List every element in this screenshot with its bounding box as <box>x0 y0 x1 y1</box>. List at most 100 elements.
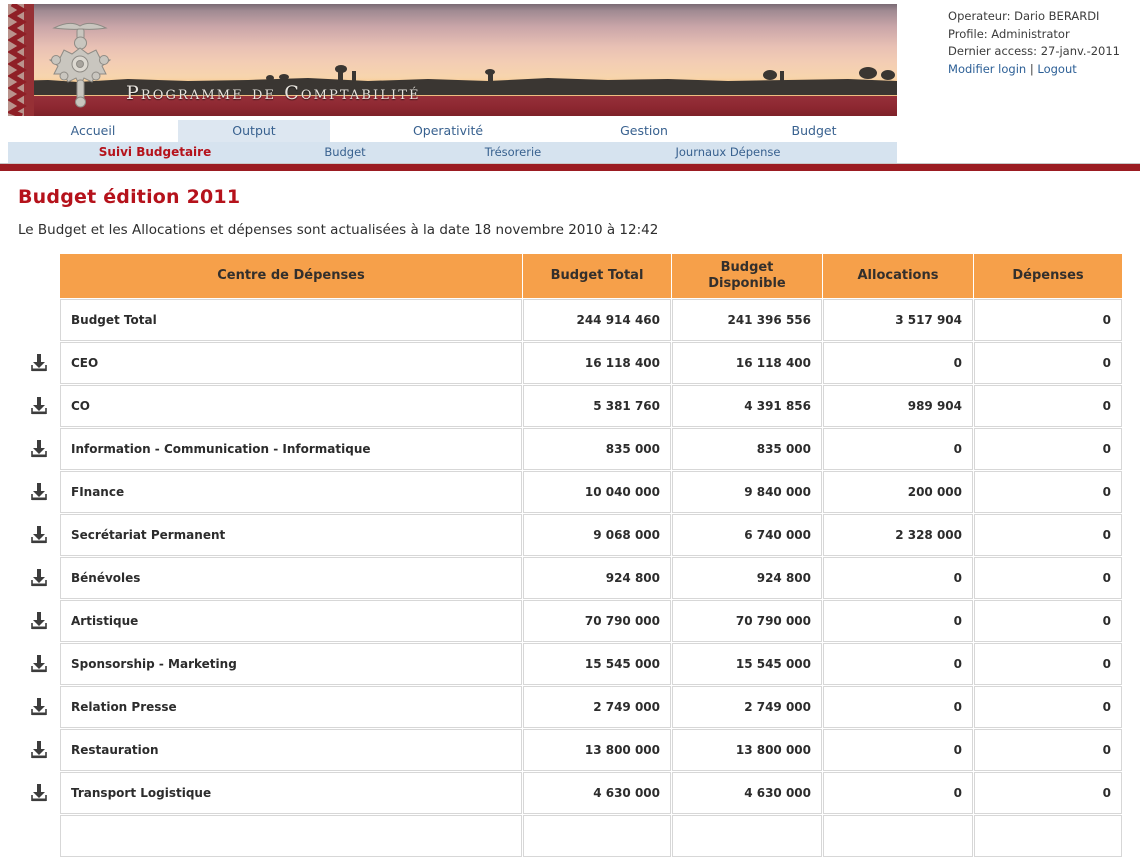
table-row: CO 5 381 760 4 391 856 989 904 0 <box>19 385 1122 427</box>
table-row: Secrétariat Permanent 9 068 000 6 740 000 2… <box>19 514 1122 556</box>
row-budget-disponible: 4 630 000 <box>672 772 822 814</box>
row-depenses: 0 <box>974 686 1122 728</box>
row-allocations: 200 000 <box>823 471 973 513</box>
row-download-cell[interactable] <box>19 471 59 513</box>
row-budget-total: 835 000 <box>523 428 671 470</box>
row-budget-disponible: 924 800 <box>672 557 822 599</box>
row-name: CEO <box>60 342 522 384</box>
row-budget-disponible: 9 840 000 <box>672 471 822 513</box>
row-allocations: 989 904 <box>823 385 973 427</box>
row-depenses: 0 <box>974 772 1122 814</box>
row-allocations <box>823 815 973 857</box>
row-allocations: 0 <box>823 643 973 685</box>
row-budget-total: 9 068 000 <box>523 514 671 556</box>
row-download-cell[interactable] <box>19 600 59 642</box>
header-depenses: Dépenses <box>974 254 1122 298</box>
table-row: FInance 10 040 000 9 840 000 200 000 0 <box>19 471 1122 513</box>
download-icon[interactable] <box>28 439 50 459</box>
row-depenses: 0 <box>974 557 1122 599</box>
row-name: FInance <box>60 471 522 513</box>
download-icon[interactable] <box>28 783 50 803</box>
sub-nav-suivi-budgetaire[interactable]: Suivi Budgetaire <box>60 142 250 163</box>
row-budget-disponible: 6 740 000 <box>672 514 822 556</box>
nav-tab-output[interactable]: Output <box>178 120 330 142</box>
banner-title: Programme de Comptabilité <box>126 82 421 104</box>
table-body: Budget Total 244 914 460 241 396 556 3 517 … <box>19 299 1122 857</box>
row-name: Transport Logistique <box>60 772 522 814</box>
header-budget-total: Budget Total <box>523 254 671 298</box>
row-download-cell[interactable] <box>19 772 59 814</box>
header-icon-column <box>19 254 59 298</box>
table-row-partial <box>19 815 1122 857</box>
download-icon[interactable] <box>28 654 50 674</box>
page-title: Budget édition 2011 <box>18 186 241 208</box>
row-allocations: 0 <box>823 729 973 771</box>
download-icon[interactable] <box>28 482 50 502</box>
nav-tab-gestion[interactable]: Gestion <box>562 120 726 142</box>
row-budget-total: 70 790 000 <box>523 600 671 642</box>
header-centre-de-depenses: Centre de Dépenses <box>60 254 522 298</box>
modify-login-link[interactable]: Modifier login <box>948 62 1026 76</box>
nav-tab-budget[interactable]: Budget <box>734 120 894 142</box>
row-depenses: 0 <box>974 600 1122 642</box>
navigation-area: Accueil Output Operativité Gestion Budge… <box>0 120 1140 171</box>
download-icon[interactable] <box>28 568 50 588</box>
table-row: Transport Logistique 4 630 000 4 630 000 0 0 <box>19 772 1122 814</box>
row-depenses: 0 <box>974 385 1122 427</box>
sub-nav-tresorerie[interactable]: Trésorerie <box>448 142 578 163</box>
row-download-cell[interactable] <box>19 643 59 685</box>
sub-nav-budget[interactable]: Budget <box>290 142 400 163</box>
row-budget-total: 13 800 000 <box>523 729 671 771</box>
main-nav-bar: Accueil Output Operativité Gestion Budge… <box>8 120 897 142</box>
row-download-cell[interactable] <box>19 342 59 384</box>
row-depenses: 0 <box>974 643 1122 685</box>
row-download-cell[interactable] <box>19 729 59 771</box>
row-download-cell[interactable] <box>19 557 59 599</box>
row-budget-total: 2 749 000 <box>523 686 671 728</box>
nav-tab-accueil[interactable]: Accueil <box>8 120 178 142</box>
row-download-cell[interactable] <box>19 428 59 470</box>
zigzag-border-icon <box>8 4 34 116</box>
row-download-cell[interactable] <box>19 815 59 857</box>
logout-link[interactable]: Logout <box>1037 62 1076 76</box>
profile-label: Profile: Administrator <box>948 26 1070 41</box>
row-budget-total: 10 040 000 <box>523 471 671 513</box>
nav-tab-operativite[interactable]: Operativité <box>356 120 540 142</box>
download-icon[interactable] <box>28 697 50 717</box>
download-icon[interactable] <box>28 396 50 416</box>
total-row-budget-total: 244 914 460 <box>523 299 671 341</box>
total-row-budget-disponible: 241 396 556 <box>672 299 822 341</box>
row-budget-total: 924 800 <box>523 557 671 599</box>
row-download-cell[interactable] <box>19 385 59 427</box>
row-download-cell[interactable] <box>19 686 59 728</box>
total-row-depenses: 0 <box>974 299 1122 341</box>
page-header: Programme de Comptabilité Operateur: Dar… <box>0 0 1140 120</box>
nav-red-divider <box>0 163 1140 171</box>
row-name: Sponsorship - Marketing <box>60 643 522 685</box>
row-name: CO <box>60 385 522 427</box>
row-depenses: 0 <box>974 729 1122 771</box>
row-allocations: 0 <box>823 342 973 384</box>
row-download-cell[interactable] <box>19 514 59 556</box>
last-access-label: Dernier access: 27-janv.-2011 <box>948 44 1120 58</box>
row-name: Artistique <box>60 600 522 642</box>
row-budget-total: 5 381 760 <box>523 385 671 427</box>
row-budget-total: 16 118 400 <box>523 342 671 384</box>
table-row: Artistique 70 790 000 70 790 000 0 0 <box>19 600 1122 642</box>
row-budget-disponible: 70 790 000 <box>672 600 822 642</box>
sub-nav-journaux-depense[interactable]: Journaux Dépense <box>628 142 828 163</box>
total-row-allocations: 3 517 904 <box>823 299 973 341</box>
row-name: Restauration <box>60 729 522 771</box>
table-row: Bénévoles 924 800 924 800 0 0 <box>19 557 1122 599</box>
row-budget-disponible: 13 800 000 <box>672 729 822 771</box>
download-icon[interactable] <box>28 353 50 373</box>
row-budget-disponible: 4 391 856 <box>672 385 822 427</box>
download-icon[interactable] <box>28 611 50 631</box>
table-header-row: Centre de Dépenses Budget Total Budget D… <box>19 254 1122 298</box>
header-allocations: Allocations <box>823 254 973 298</box>
total-row-icon-cell <box>19 299 59 341</box>
download-icon[interactable] <box>28 525 50 545</box>
download-icon[interactable] <box>28 740 50 760</box>
row-name: Secrétariat Permanent <box>60 514 522 556</box>
table-row: CEO 16 118 400 16 118 400 0 0 <box>19 342 1122 384</box>
